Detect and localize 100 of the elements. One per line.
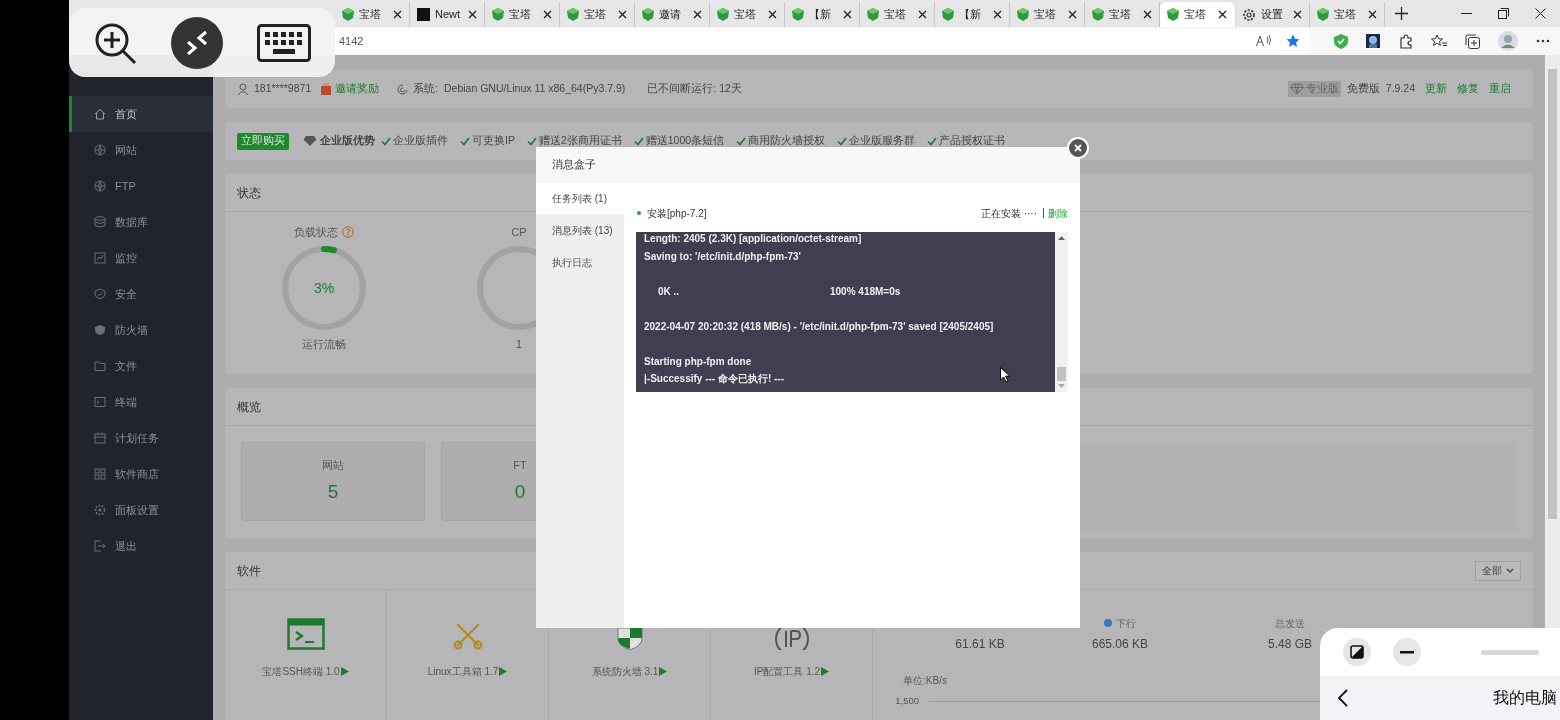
cube-icon xyxy=(1317,8,1329,21)
dialog-tab[interactable]: 任务列表 (1) xyxy=(536,182,624,214)
header-link[interactable]: 重启 xyxy=(1489,81,1511,97)
close-icon[interactable] xyxy=(918,10,927,19)
feature-text: 企业版服务群 xyxy=(849,133,916,149)
sidebar-item[interactable]: 面板设置 xyxy=(69,492,213,528)
delete-link[interactable]: 删除 xyxy=(1048,205,1068,221)
feature-text: 赠送1000条短信 xyxy=(645,133,725,149)
play-icon[interactable] xyxy=(659,667,668,676)
minimize-icon[interactable] xyxy=(1461,13,1472,15)
read-aloud-icon[interactable] xyxy=(1256,34,1272,48)
scrollbar-thumb[interactable] xyxy=(1057,367,1066,381)
close-icon[interactable] xyxy=(468,10,477,19)
buy-button[interactable]: 立即购买 xyxy=(237,132,289,150)
back-icon[interactable] xyxy=(1338,689,1348,707)
check-icon xyxy=(633,136,644,146)
shield-icon[interactable] xyxy=(1334,33,1348,49)
stat-tile[interactable]: 网站 5 xyxy=(241,442,425,521)
app-tile[interactable]: 宝塔SSH终端 1.0 xyxy=(225,590,387,720)
scroll-up-icon[interactable] xyxy=(1058,236,1065,240)
close-icon[interactable] xyxy=(1368,10,1377,19)
scrollbar[interactable] xyxy=(1055,232,1068,392)
close-icon[interactable] xyxy=(693,10,702,19)
chevron-down-icon[interactable] xyxy=(1506,568,1514,573)
feature-text: 商用防火墙授权 xyxy=(748,133,826,149)
log-line: |-Successify --- 命令已执行! --- xyxy=(644,372,785,387)
close-icon[interactable] xyxy=(393,10,402,19)
star-icon[interactable] xyxy=(1286,34,1300,48)
sidebar-item[interactable]: 网站 xyxy=(69,132,213,168)
more-icon[interactable] xyxy=(1536,39,1550,43)
tab-title: 邀请 xyxy=(659,7,682,23)
contrast-icon[interactable] xyxy=(1343,638,1371,666)
task-name: 安装[php-7.2] xyxy=(647,206,708,221)
spiral-icon xyxy=(397,83,409,95)
close-icon[interactable] xyxy=(1293,10,1302,19)
restore-icon[interactable] xyxy=(1498,8,1509,19)
sidebar-item[interactable]: 终端 xyxy=(69,384,213,420)
address-text: 4142 xyxy=(339,33,365,49)
close-icon[interactable] xyxy=(618,10,627,19)
puzzle-icon[interactable] xyxy=(1398,33,1413,49)
extension-icon[interactable] xyxy=(1366,34,1380,48)
stat-label: 网站 xyxy=(322,458,344,473)
sidebar-item[interactable]: 安全 xyxy=(69,276,213,312)
sidebar-item[interactable]: 计划任务 xyxy=(69,420,213,456)
close-icon[interactable] xyxy=(1218,10,1227,19)
tab-title: 【新 xyxy=(809,7,832,23)
dialog-tab[interactable]: 执行日志 xyxy=(536,246,624,278)
log-line: Length: 2405 (2.3K) [application/octet-stream] xyxy=(644,232,862,247)
header-link[interactable]: 更新 xyxy=(1425,81,1447,97)
sidebar-item[interactable]: 退出 xyxy=(69,528,213,564)
browser-tab[interactable]: 宝塔 xyxy=(1160,2,1235,27)
header-link[interactable]: 修复 xyxy=(1457,81,1479,97)
log-line: Starting php-fpm done xyxy=(644,354,752,369)
profile-icon[interactable] xyxy=(1498,31,1518,51)
play-icon[interactable] xyxy=(499,667,508,676)
close-icon[interactable] xyxy=(768,10,777,19)
tab-title: 宝塔 xyxy=(1109,7,1132,23)
keyboard-icon[interactable] xyxy=(257,23,311,62)
new-tab-icon[interactable] xyxy=(1395,7,1408,20)
terminal-icon xyxy=(94,396,106,408)
check-icon xyxy=(381,136,391,146)
sidebar-item[interactable]: 监控 xyxy=(69,240,213,276)
sidebar-item[interactable]: 防火墙 xyxy=(69,312,213,348)
app-name: 系统防火墙 3.1 xyxy=(591,665,659,679)
favorites-icon[interactable] xyxy=(1431,34,1447,48)
cube-icon xyxy=(717,8,729,21)
drag-handle[interactable] xyxy=(1481,649,1539,655)
sidebar-item[interactable]: 数据库 xyxy=(69,204,213,240)
system-info: 系统: Debian GNU/Linux 11 x86_64(Py3.7.9) xyxy=(413,81,626,97)
tab-title: Newt xyxy=(435,7,462,23)
scrollbar-thumb[interactable] xyxy=(1548,69,1557,519)
close-icon[interactable] xyxy=(1143,10,1152,19)
filter-dropdown[interactable]: 全部 xyxy=(1475,560,1521,581)
play-icon[interactable] xyxy=(340,667,349,676)
feature-text: 产品授权证书 xyxy=(939,133,1006,149)
globe-icon xyxy=(94,144,106,156)
sidebar-item[interactable]: 首页 xyxy=(69,96,213,132)
stat-value: 5 xyxy=(327,479,339,504)
sidebar-item[interactable]: 文件 xyxy=(69,348,213,384)
close-icon[interactable] xyxy=(1535,8,1546,19)
close-icon[interactable] xyxy=(993,10,1002,19)
close-icon[interactable] xyxy=(1068,10,1077,19)
dialog-tab[interactable]: 消息列表 (13) xyxy=(536,214,624,246)
gauge-value: 3% xyxy=(313,278,335,298)
close-icon[interactable] xyxy=(543,10,552,19)
user-icon xyxy=(237,83,249,95)
cube-icon xyxy=(492,8,504,21)
cube-icon xyxy=(642,8,654,21)
collections-icon[interactable] xyxy=(1465,33,1480,49)
invite-link[interactable]: 邀请奖励 xyxy=(335,81,380,97)
panel-title: 我的电脑 xyxy=(1493,688,1557,708)
minimize-icon[interactable] xyxy=(1393,638,1421,666)
close-icon[interactable] xyxy=(843,10,852,19)
remote-connection-icon[interactable] xyxy=(171,16,223,69)
sidebar-item[interactable]: 软件商店 xyxy=(69,456,213,492)
logout-icon xyxy=(94,540,106,552)
play-icon[interactable] xyxy=(821,667,830,676)
axis-label: 1,500 xyxy=(894,694,919,708)
sidebar-item[interactable]: FTP xyxy=(69,168,213,204)
cube-icon xyxy=(1167,8,1179,21)
